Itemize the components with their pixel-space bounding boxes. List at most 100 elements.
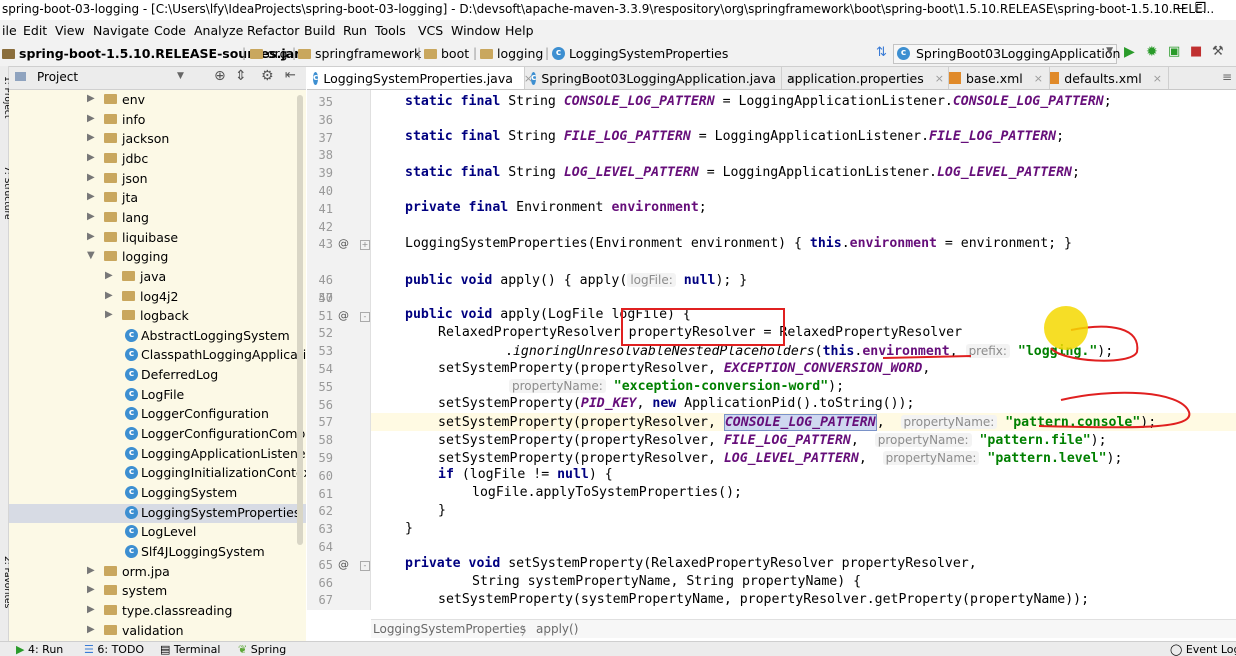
spring-tool-button[interactable]: ❦ Spring [238, 643, 286, 656]
tab-defaults-xml[interactable]: defaults.xml × [1044, 67, 1169, 89]
menu-code[interactable]: Code [154, 23, 186, 38]
tree-item[interactable]: ▶ type.classreading [9, 602, 306, 621]
fold-icon[interactable]: - [360, 311, 370, 322]
nav-crumb-springframework[interactable]: springframework [298, 46, 421, 61]
tab-application-properties[interactable]: application.properties × [776, 67, 949, 89]
collapse-icon[interactable]: ⇕ [235, 68, 247, 84]
tree-item[interactable]: c LoggingApplicationListener [9, 445, 306, 464]
chevron-down-icon[interactable]: ▼ [177, 71, 184, 81]
code-crumb-method[interactable]: apply() [536, 622, 578, 636]
tree-item[interactable]: ▼ logging [9, 248, 306, 267]
tree-item[interactable]: ▶ env [9, 91, 306, 110]
run-tool-button[interactable]: ▶ 4: Run [16, 643, 63, 656]
project-panel-title[interactable]: Project [37, 70, 78, 84]
override-marker-icon[interactable]: @ [338, 558, 349, 571]
tree-item[interactable]: ▶ info [9, 111, 306, 130]
menu-view[interactable]: View [55, 23, 85, 38]
event-log-button[interactable]: ◯ Event Log [1170, 643, 1236, 656]
menu-window[interactable]: Window [451, 23, 500, 38]
minimize-button[interactable]: — [1173, 1, 1186, 16]
tree-item[interactable]: c Slf4JLoggingSystem [9, 543, 306, 562]
tree-item[interactable]: ▶ jta [9, 189, 306, 208]
tree-item[interactable]: ▶ liquibase [9, 229, 306, 248]
fold-icon[interactable]: + [360, 240, 370, 251]
menu-help[interactable]: Help [505, 23, 534, 38]
chevron-right-icon[interactable]: ▶ [105, 270, 113, 281]
tab-springboot03loggingapplication[interactable]: c SpringBoot03LoggingApplication.java × [525, 67, 796, 89]
menu-vcs[interactable]: VCS [418, 23, 443, 38]
gear-icon[interactable]: ⚙ [261, 68, 274, 84]
tree-item[interactable]: c LoggingSystemProperties [9, 503, 306, 523]
chevron-right-icon[interactable]: ▶ [87, 152, 95, 163]
todo-tool-button[interactable]: ☰ 6: TODO [84, 643, 144, 656]
nav-crumb-org[interactable]: org [250, 46, 288, 61]
menu-analyze[interactable]: Analyze [194, 23, 243, 38]
code-editor[interactable]: static final String CONSOLE_LOG_PATTERN … [371, 90, 1236, 610]
sort-arrows-icon[interactable]: ⇅ [876, 45, 887, 60]
hide-icon[interactable]: ⇤ [285, 68, 296, 83]
chevron-right-icon[interactable]: ▶ [87, 231, 95, 242]
tree-item[interactable]: ▶ logback [9, 307, 306, 326]
coverage-icon[interactable]: ▣ [1168, 44, 1180, 59]
tab-loggingsystemproperties[interactable]: c LoggingSystemProperties.java × [307, 67, 533, 89]
nav-crumb-logging[interactable]: logging [480, 46, 543, 61]
tree-item[interactable]: c LogFile [9, 386, 306, 405]
menu-file[interactable]: ile [2, 23, 17, 38]
chevron-down-icon[interactable]: ▼ [87, 250, 95, 261]
menu-tools[interactable]: Tools [375, 23, 406, 38]
nav-crumb-boot[interactable]: boot [424, 46, 469, 61]
menu-build[interactable]: Build [304, 23, 335, 38]
override-marker-icon[interactable]: @ [338, 237, 349, 250]
tree-item[interactable]: ▶ lang [9, 209, 306, 228]
terminal-tool-button[interactable]: ▤ Terminal [160, 643, 220, 656]
build-icon[interactable]: ⚒ [1212, 44, 1224, 59]
chevron-right-icon[interactable]: ▶ [105, 290, 113, 301]
tree-item[interactable]: cLoggerConfigurationCompara [9, 425, 306, 444]
tab-list-icon[interactable]: ≡ [1222, 70, 1232, 84]
chevron-right-icon[interactable]: ▶ [87, 584, 95, 595]
tree-scrollbar[interactable] [297, 95, 303, 545]
tree-item[interactable]: ▶ json [9, 170, 306, 189]
tree-item[interactable]: c LoggingInitializationContext [9, 464, 306, 483]
tree-item[interactable]: ▶ log4j2 [9, 288, 306, 307]
menu-run[interactable]: Run [343, 23, 367, 38]
close-icon[interactable]: × [1034, 72, 1043, 85]
tree-item[interactable]: ▶ jdbc [9, 150, 306, 169]
close-icon[interactable]: × [1153, 72, 1162, 85]
override-marker-icon[interactable]: @ [338, 309, 349, 322]
chevron-right-icon[interactable]: ▶ [87, 211, 95, 222]
tree-item[interactable]: c LoggerConfiguration [9, 405, 306, 424]
menu-edit[interactable]: Edit [23, 23, 47, 38]
menu-refactor[interactable]: Refactor [247, 23, 299, 38]
restore-button[interactable]: ❐ [1194, 1, 1206, 16]
tree-item[interactable]: c DeferredLog [9, 366, 306, 385]
locate-icon[interactable]: ⊕ [214, 68, 226, 84]
tab-base-xml[interactable]: base.xml × [943, 67, 1050, 89]
chevron-right-icon[interactable]: ▶ [105, 309, 113, 320]
chevron-right-icon[interactable]: ▶ [87, 624, 95, 635]
chevron-right-icon[interactable]: ▶ [87, 604, 95, 615]
run-icon[interactable]: ▶ [1124, 44, 1135, 60]
stop-icon[interactable]: ■ [1190, 44, 1202, 59]
tree-item[interactable]: ▶ orm.jpa [9, 563, 306, 582]
run-config-select[interactable]: c SpringBoot03LoggingApplication ▼ [893, 44, 1120, 64]
code-crumb-class[interactable]: LoggingSystemProperties [373, 622, 526, 636]
tree-item[interactable]: ▶ java [9, 268, 306, 287]
chevron-right-icon[interactable]: ▶ [87, 172, 95, 183]
nav-crumb-class[interactable]: c LoggingSystemProperties [552, 46, 728, 61]
tree-item[interactable]: ▶ jackson [9, 130, 306, 149]
tree-item[interactable]: c LogLevel [9, 523, 306, 542]
tree-item[interactable]: ▶ validation [9, 622, 306, 641]
chevron-right-icon[interactable]: ▶ [87, 565, 95, 576]
debug-icon[interactable]: ✹ [1146, 44, 1158, 60]
chevron-right-icon[interactable]: ▶ [87, 132, 95, 143]
tree-item[interactable]: c LoggingSystem [9, 484, 306, 503]
menu-navigate[interactable]: Navigate [93, 23, 149, 38]
chevron-right-icon[interactable]: ▶ [87, 191, 95, 202]
chevron-right-icon[interactable]: ▶ [87, 113, 95, 124]
tree-item[interactable]: c AbstractLoggingSystem [9, 327, 306, 346]
tree-item[interactable]: cClasspathLoggingApplicationL [9, 346, 306, 365]
chevron-right-icon[interactable]: ▶ [87, 93, 95, 104]
fold-icon[interactable]: - [360, 560, 370, 571]
tree-item[interactable]: ▶ system [9, 582, 306, 601]
